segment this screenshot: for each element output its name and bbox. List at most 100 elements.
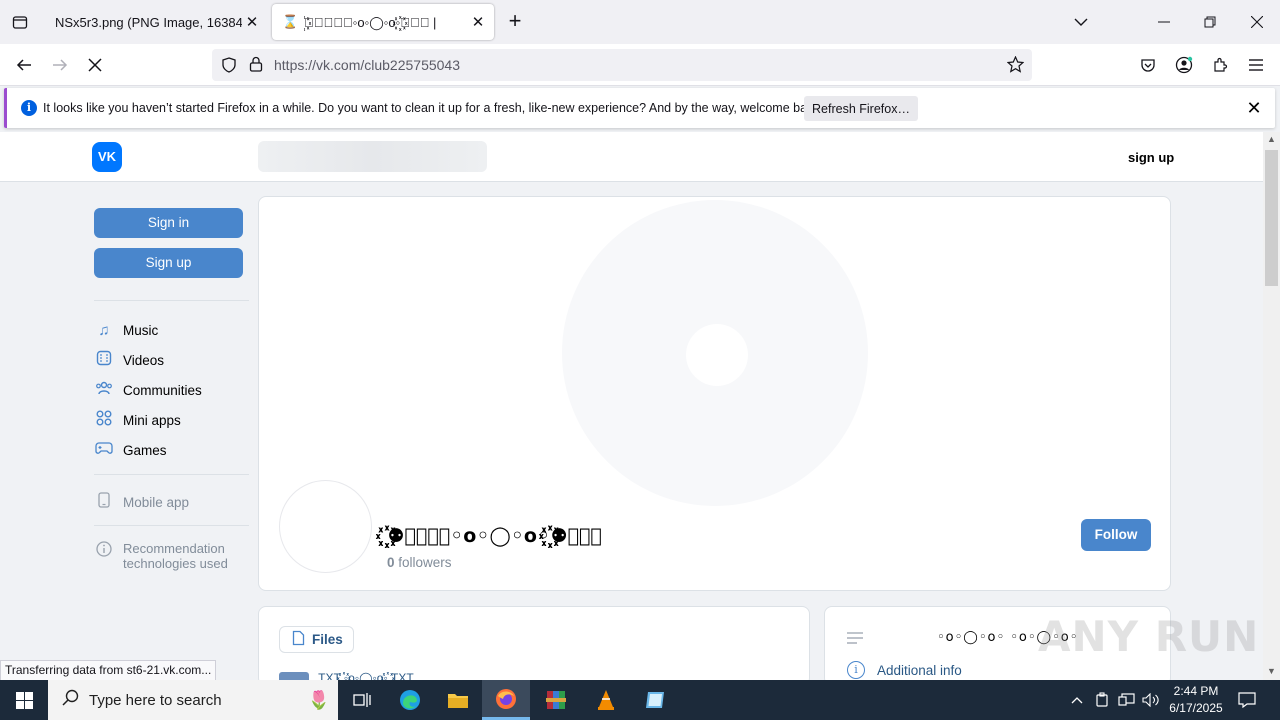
vk-logo[interactable]: VK	[92, 142, 122, 172]
notepad-icon[interactable]	[631, 680, 679, 720]
minimize-icon[interactable]	[1141, 0, 1187, 44]
tab-close-icon[interactable]: ✕	[242, 13, 262, 31]
phone-icon	[94, 492, 114, 512]
file-explorer-icon[interactable]	[434, 680, 482, 720]
winrar-icon[interactable]	[532, 680, 580, 720]
sidebar-item-label: Music	[123, 322, 159, 338]
sidebar-divider	[94, 300, 249, 301]
sidebar-item-mini-apps[interactable]: Mini apps	[94, 409, 181, 431]
followers-number: 0	[387, 555, 395, 570]
sidebar-item-label: Mobile app	[123, 494, 190, 510]
tab-png-image[interactable]: NSx5r3.png (PNG Image, 16384 × 1 ✕	[44, 4, 268, 40]
edge-browser-icon[interactable]	[386, 680, 434, 720]
files-tab[interactable]: Files	[279, 626, 354, 653]
file-icon	[292, 630, 305, 649]
mini-apps-icon	[94, 410, 114, 430]
taskbar-search-placeholder: Type here to search	[89, 691, 222, 709]
games-icon	[94, 441, 114, 459]
scroll-down-icon[interactable]: ▼	[1263, 666, 1280, 680]
sidebar-item-label: Games	[123, 442, 167, 458]
notification-text: It looks like you haven’t started Firefo…	[43, 101, 824, 115]
taskbar-search-box[interactable]: Type here to search 🌷	[48, 680, 338, 720]
tray-device-icon[interactable]	[1095, 680, 1109, 720]
communities-icon	[94, 381, 114, 399]
windows-start-icon[interactable]	[0, 680, 48, 720]
sidebar-item-label: Communities	[123, 382, 202, 398]
recommendation-text-line1: Recommendation	[123, 541, 225, 556]
vlc-icon[interactable]	[582, 680, 630, 720]
notification-center-icon[interactable]	[1238, 680, 1256, 720]
tab-vk-club[interactable]: ⌛ ꙰꙰꙰꙰⚉꙰꙰꙰꙰◦ᴏ◦◯◦ᴏ◦꙰꙰꙰꙰⚉꙰꙰ | ✕	[272, 4, 494, 40]
sidebar-item-videos[interactable]: Videos	[94, 349, 164, 371]
follow-button[interactable]: Follow	[1081, 519, 1151, 551]
description-lines-icon	[847, 631, 863, 649]
clock-time: 2:44 PM	[1173, 684, 1219, 698]
sign-up-button[interactable]: Sign up	[94, 248, 243, 278]
forward-icon[interactable]	[45, 50, 75, 80]
loading-hourglass-icon: ⌛	[282, 14, 299, 29]
task-view-icon[interactable]	[338, 680, 386, 720]
extensions-icon[interactable]	[1205, 50, 1235, 80]
followers-count[interactable]: 0 followers	[387, 555, 452, 570]
refresh-firefox-button[interactable]: Refresh Firefox…	[804, 96, 918, 121]
followers-label: followers	[394, 555, 452, 570]
group-name: ꙰꙰꙰꙰⚉꙰꙰꙰꙰◦ᴏ◦◯◦ᴏ◦꙰꙰꙰꙰⚉꙰꙰꙰	[387, 525, 603, 547]
close-notification-icon[interactable]: ✕	[1243, 97, 1265, 119]
new-tab-icon[interactable]: +	[503, 10, 527, 34]
sidebar-item-label: Videos	[123, 352, 165, 368]
tab-bar: NSx5r3.png (PNG Image, 16384 × 1 ✕ ⌛ ꙰꙰꙰…	[0, 0, 1280, 44]
close-window-icon[interactable]	[1234, 0, 1280, 44]
tracking-protection-shield-icon[interactable]	[221, 57, 237, 78]
scroll-thumb[interactable]	[1265, 150, 1278, 286]
restore-icon[interactable]	[1187, 0, 1233, 44]
sidebar-item-label: Mini apps	[123, 412, 181, 428]
music-icon: ♫	[98, 321, 110, 339]
cover-placeholder	[562, 200, 868, 506]
windows-taskbar: Type here to search 🌷 2:44 PM 6/17/2025	[0, 680, 1280, 720]
tab-title: NSx5r3.png (PNG Image, 16384 × 1	[55, 14, 242, 30]
list-all-tabs-icon[interactable]	[1058, 0, 1104, 44]
pocket-icon[interactable]	[1133, 50, 1163, 80]
menu-hamburger-icon[interactable]	[1241, 50, 1271, 80]
video-icon	[94, 350, 114, 370]
sidebar-item-music[interactable]: ♫ Music	[94, 319, 158, 341]
additional-info-label: Additional info	[877, 662, 962, 678]
sidebar-item-games[interactable]: Games	[94, 439, 167, 461]
recommendation-text-line2: technologies used	[123, 556, 228, 571]
network-icon[interactable]	[1118, 680, 1136, 720]
back-icon[interactable]	[9, 50, 39, 80]
header-signup-link[interactable]: sign up	[1128, 150, 1174, 165]
tab-list-icon[interactable]	[0, 0, 40, 44]
address-bar[interactable]: https://vk.com/club225755043	[212, 49, 1032, 81]
anyrun-watermark: ANY RUN	[1038, 612, 1260, 661]
lock-icon[interactable]	[249, 56, 263, 77]
tray-show-hidden-icon[interactable]	[1071, 680, 1083, 720]
search-highlight-flowers-icon: 🌷	[307, 689, 330, 710]
sidebar-item-communities[interactable]: Communities	[94, 379, 202, 401]
group-avatar[interactable]	[279, 480, 372, 573]
url-text[interactable]: https://vk.com/club225755043	[274, 57, 460, 73]
tab-title: ꙰꙰꙰꙰⚉꙰꙰꙰꙰◦ᴏ◦◯◦ᴏ◦꙰꙰꙰꙰⚉꙰꙰ |	[304, 15, 437, 30]
group-header-card: ꙰꙰꙰꙰⚉꙰꙰꙰꙰◦ᴏ◦◯◦ᴏ◦꙰꙰꙰꙰⚉꙰꙰꙰ 0 followers Fol…	[258, 196, 1171, 591]
stop-loading-icon[interactable]	[80, 50, 110, 80]
info-circle-icon: i	[847, 661, 865, 679]
volume-icon[interactable]	[1142, 680, 1160, 720]
clock-date: 6/17/2025	[1169, 701, 1223, 715]
additional-info-link[interactable]: i Additional info	[847, 661, 962, 679]
sign-in-button[interactable]: Sign in	[94, 208, 243, 238]
files-tab-label: Files	[312, 632, 343, 647]
recommendation-technologies-link[interactable]: Recommendation technologies used	[94, 541, 228, 571]
vk-header: VK sign up	[0, 132, 1263, 182]
page-scrollbar[interactable]: ▲ ▼	[1263, 132, 1280, 680]
navigation-bar: https://vk.com/club225755043	[0, 44, 1280, 86]
search-icon	[62, 689, 79, 711]
taskbar-clock[interactable]: 2:44 PM 6/17/2025	[1160, 683, 1232, 717]
account-icon[interactable]	[1169, 50, 1199, 80]
firefox-icon[interactable]	[482, 680, 530, 720]
scroll-up-icon[interactable]: ▲	[1263, 134, 1280, 148]
info-icon: i	[21, 100, 37, 116]
tab-close-icon[interactable]: ✕	[468, 13, 488, 31]
bookmark-star-icon[interactable]	[1006, 55, 1025, 78]
sidebar-item-mobile-app[interactable]: Mobile app	[94, 491, 189, 513]
search-placeholder-skeleton	[258, 141, 487, 172]
